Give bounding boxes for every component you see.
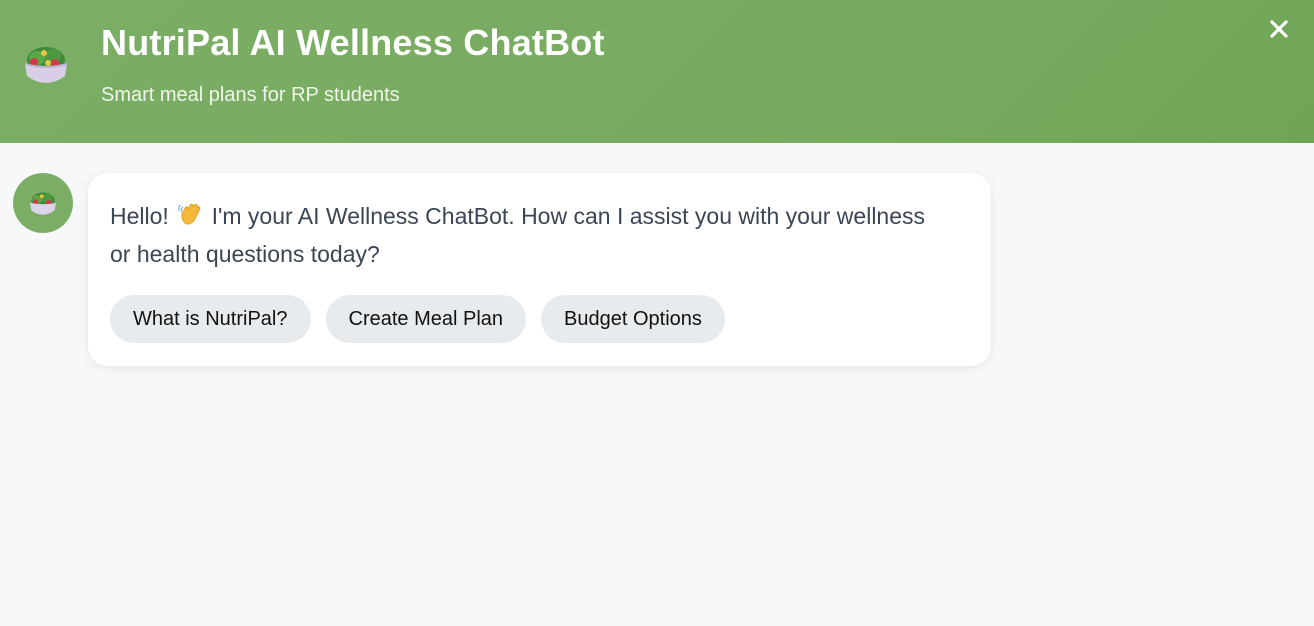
salad-bowl-icon	[30, 192, 56, 215]
quick-reply-create-meal-plan[interactable]: Create Meal Plan	[325, 295, 527, 343]
waving-hand-icon	[177, 201, 203, 227]
chatbot-title: NutriPal AI Wellness ChatBot	[101, 22, 605, 63]
message-body: I'm your AI Wellness ChatBot. How can I …	[110, 203, 926, 267]
quick-replies: What is NutriPal? Create Meal Plan Budge…	[110, 295, 725, 343]
salad-bowl-icon	[20, 38, 72, 90]
quick-reply-budget-options[interactable]: Budget Options	[541, 295, 725, 343]
chat-messages: Hello! I'm your AI Wellness ChatBot. How…	[0, 143, 1314, 626]
bot-avatar	[13, 173, 73, 233]
quick-reply-what-is-nutripal[interactable]: What is NutriPal?	[110, 295, 311, 343]
message-greeting: Hello!	[110, 203, 169, 229]
bot-message-bubble: Hello! I'm your AI Wellness ChatBot. How…	[88, 173, 991, 366]
chatbot-window: NutriPal AI Wellness ChatBot Smart meal …	[0, 0, 1314, 626]
close-button[interactable]	[1266, 16, 1292, 42]
close-icon	[1270, 20, 1288, 38]
chatbot-subtitle: Smart meal plans for RP students	[101, 84, 400, 106]
chat-header: NutriPal AI Wellness ChatBot Smart meal …	[0, 0, 1314, 143]
bot-message-text: Hello! I'm your AI Wellness ChatBot. How…	[110, 197, 950, 273]
